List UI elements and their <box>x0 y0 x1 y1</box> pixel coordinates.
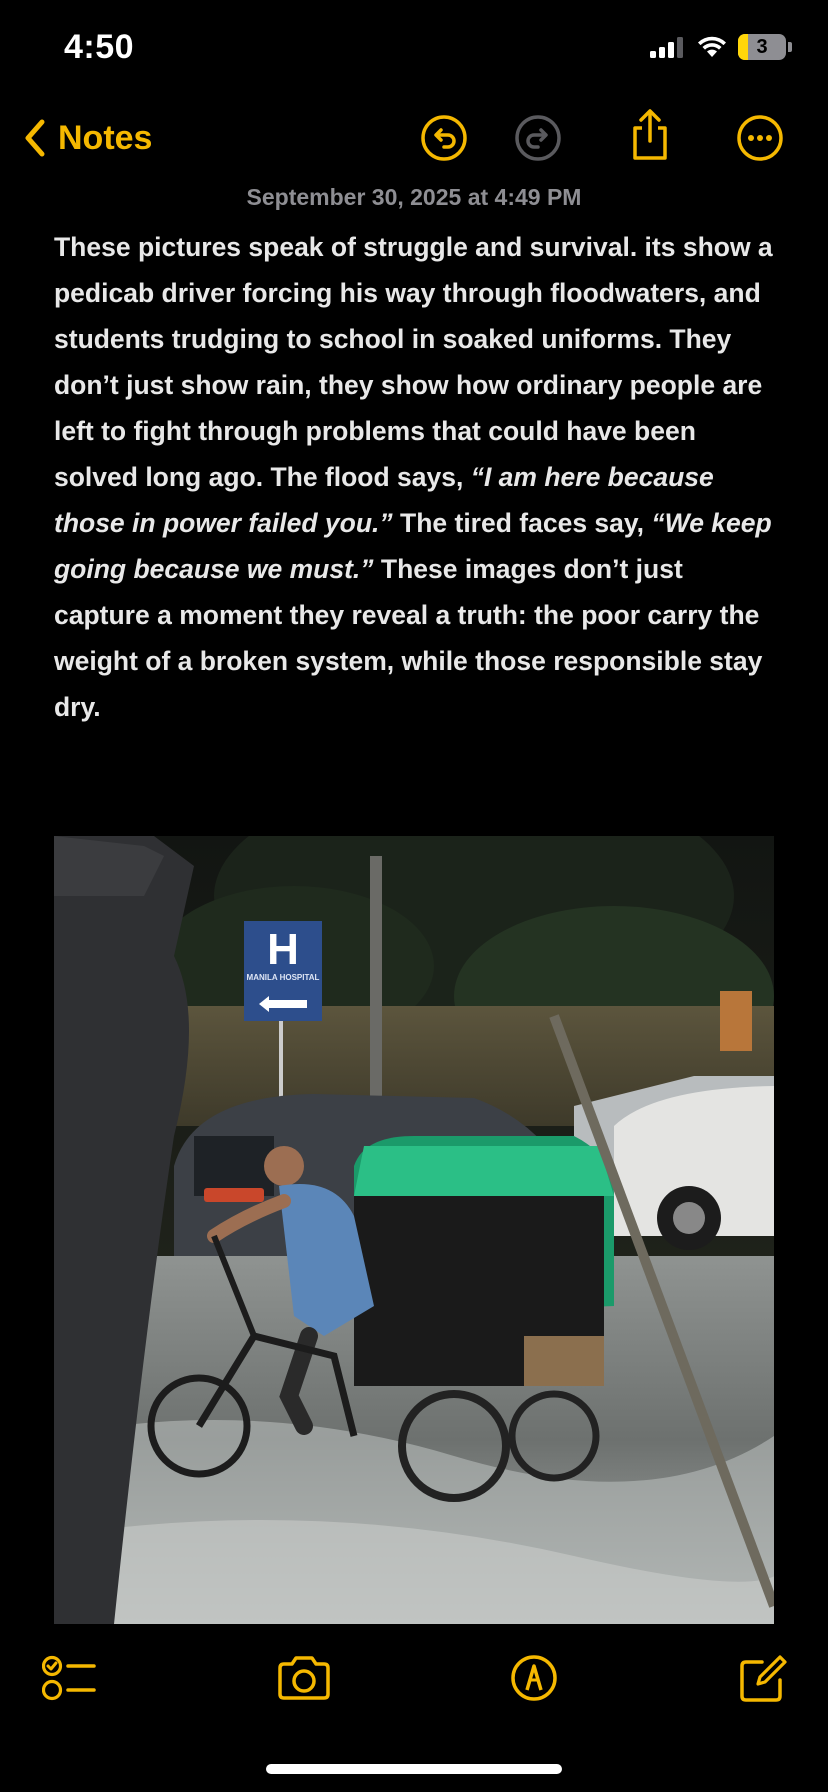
bottom-toolbar <box>0 1650 828 1710</box>
wifi-icon <box>698 36 726 57</box>
battery-cap <box>788 42 792 52</box>
pedicab-flood-photo: H MANILA HOSPITAL <box>54 836 774 1624</box>
redo-icon[interactable] <box>514 114 562 162</box>
note-date: September 30, 2025 at 4:49 PM <box>246 184 582 210</box>
status-time: 4:50 <box>64 28 135 66</box>
battery-level: 3 <box>756 35 768 58</box>
status-icons: 3 <box>650 34 792 60</box>
note-text: These pictures speak of struggle and sur… <box>54 232 773 492</box>
back-label: Notes <box>58 118 153 157</box>
nav-bar: Notes <box>0 108 828 170</box>
note-image[interactable]: H MANILA HOSPITAL <box>54 836 774 1624</box>
more-icon[interactable] <box>736 114 784 162</box>
note-text: The tired faces say, <box>392 508 652 538</box>
camera-icon[interactable] <box>276 1654 332 1702</box>
hospital-sign-letter: H <box>267 925 299 974</box>
back-button[interactable]: Notes <box>22 118 152 158</box>
battery-indicator: 3 <box>738 34 792 60</box>
home-indicator[interactable] <box>266 1764 562 1774</box>
checklist-icon[interactable] <box>42 1654 98 1702</box>
markup-icon[interactable] <box>510 1654 558 1702</box>
battery-fill <box>738 34 748 60</box>
status-bar: 4:50 3 <box>0 0 828 100</box>
hospital-sign-text: MANILA HOSPITAL <box>247 973 320 982</box>
cellular-signal-icon <box>650 37 683 58</box>
chevron-left-icon <box>25 119 45 157</box>
undo-icon[interactable] <box>420 114 468 162</box>
battery-icon: 3 <box>738 34 786 60</box>
share-icon[interactable] <box>626 108 674 162</box>
compose-icon[interactable] <box>738 1654 788 1704</box>
note-body[interactable]: These pictures speak of struggle and sur… <box>54 224 778 730</box>
